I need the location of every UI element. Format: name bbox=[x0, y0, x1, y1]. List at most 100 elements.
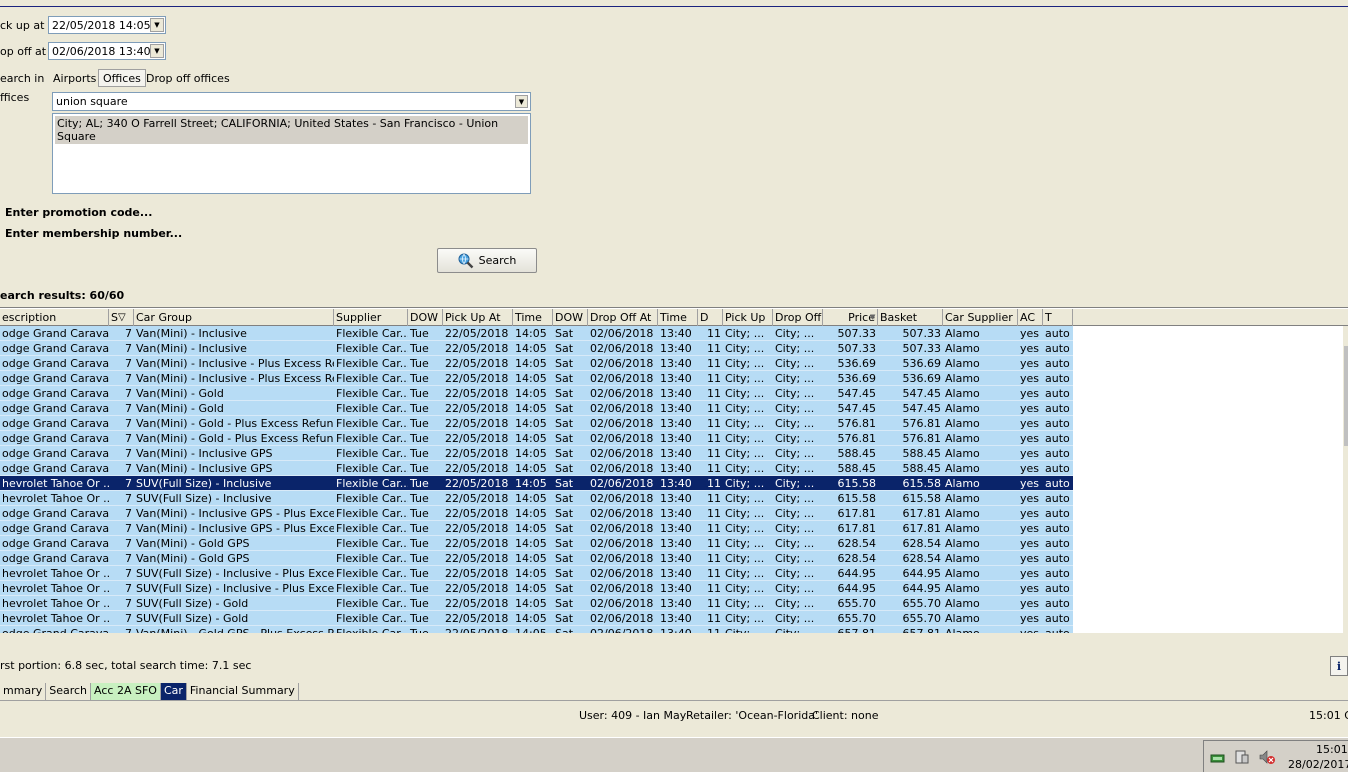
results-grid[interactable]: escription S Car Group Supplier DOW Pick Up A… bbox=[0, 307, 1348, 633]
column-header-pickup-location[interactable]: Pick Up bbox=[723, 309, 773, 326]
cell-dropoff-dow: Sat bbox=[553, 491, 588, 506]
table-row[interactable]: hevrolet Tahoe Or ... 7 SUV(Full Size) - G… bbox=[0, 611, 1343, 626]
network-icon[interactable] bbox=[1210, 751, 1226, 765]
table-row[interactable]: odge Grand Carava...7Van(Mini) - Gold GP… bbox=[0, 536, 1343, 551]
cell-pickup-location: City; ... bbox=[723, 341, 773, 356]
table-row[interactable]: hevrolet Tahoe Or ... 7 SUV(Full Size) - G… bbox=[0, 596, 1343, 611]
table-row[interactable]: odge Grand Carava... 7 Van(Mini) - Inclusi… bbox=[0, 371, 1343, 386]
column-header-pickup-time[interactable]: Time bbox=[513, 309, 553, 326]
cell-dropoff-location: City; ... bbox=[773, 326, 823, 341]
cell-days: 11 bbox=[698, 491, 723, 506]
column-header-dropoff-time[interactable]: Time bbox=[658, 309, 698, 326]
cell-dropoff-time: 13:40 bbox=[658, 596, 698, 611]
cell-pickup-time: 14:05 bbox=[513, 386, 553, 401]
column-header-dropoff-location[interactable]: Drop Off bbox=[773, 309, 823, 326]
office-search-combo[interactable]: union square ▼ bbox=[52, 92, 531, 111]
tab-financial-summary[interactable]: Financial Summary bbox=[187, 683, 299, 700]
cell-pickup-dow: Tue bbox=[408, 521, 443, 536]
cell-dropoff-dow: Sat bbox=[553, 596, 588, 611]
table-row[interactable]: odge Grand Carava... 7 Van(Mini) - Gold - … bbox=[0, 431, 1343, 446]
promotion-code-link[interactable]: Enter promotion code... bbox=[5, 206, 152, 219]
membership-number-link[interactable]: Enter membership number... bbox=[5, 227, 182, 240]
toggle-airports[interactable]: Airports bbox=[49, 70, 100, 88]
tab-search[interactable]: Search bbox=[46, 683, 92, 700]
cell-description: odge Grand Carava... bbox=[0, 401, 109, 416]
cell-pickup-time: 14:05 bbox=[513, 581, 553, 596]
office-results-list[interactable]: City; AL; 340 O Farrell Street; CALIFORN… bbox=[52, 113, 531, 194]
chevron-down-icon[interactable]: ▼ bbox=[515, 95, 528, 108]
cell-transmission: auto bbox=[1043, 446, 1073, 461]
cell-seats: 7 bbox=[109, 386, 134, 401]
table-row[interactable]: odge Grand Carava... 7 Van(Mini) - Inclusi… bbox=[0, 446, 1343, 461]
chevron-down-icon[interactable]: ▼ bbox=[150, 44, 164, 58]
cell-description: odge Grand Carava... bbox=[0, 386, 109, 401]
table-row[interactable]: hevrolet Tahoe Or ... 7 SUV(Full Size) - I… bbox=[0, 566, 1343, 581]
table-row[interactable]: odge Grand Carava... 7 Van(Mini) - Inclusi… bbox=[0, 461, 1343, 476]
table-row[interactable]: odge Grand Carava...7Van(Mini) - Gold GP… bbox=[0, 551, 1343, 566]
tab-car[interactable]: Car bbox=[160, 683, 187, 700]
table-row[interactable]: odge Grand Carava... 7 Van(Mini) - Gold Fle… bbox=[0, 386, 1343, 401]
column-header-pickup-dow[interactable]: DOW bbox=[408, 309, 443, 326]
cell-dropoff-time: 13:40 bbox=[658, 491, 698, 506]
table-row[interactable]: odge Grand Carava... 7 Van(Mini) - Gold Fle… bbox=[0, 401, 1343, 416]
vertical-scrollbar[interactable] bbox=[1343, 326, 1348, 633]
cell-car-group: Van(Mini) - Gold bbox=[134, 386, 334, 401]
dropoff-date-field[interactable]: 02/06/2018 13:40 ▼ bbox=[48, 42, 166, 60]
sort-descending-icon[interactable]: ▼ bbox=[870, 313, 875, 321]
office-result-item[interactable]: City; AL; 340 O Farrell Street; CALIFORN… bbox=[55, 116, 528, 144]
column-header-ac[interactable]: AC bbox=[1018, 309, 1043, 326]
table-row[interactable]: hevrolet Tahoe Or ... 7 SUV(Full Size) - I… bbox=[0, 476, 1343, 491]
cell-car-group: Van(Mini) - Gold - Plus Excess Refund bbox=[134, 416, 334, 431]
cell-dropoff-location: City; ... bbox=[773, 566, 823, 581]
cell-pickup-time: 14:05 bbox=[513, 341, 553, 356]
bottom-tab-bar: mmary Search Acc 2A SFO Car Financial Su… bbox=[0, 683, 299, 700]
table-row[interactable]: hevrolet Tahoe Or ... 7 SUV(Full Size) - I… bbox=[0, 581, 1343, 596]
column-header-dropoff-date[interactable]: Drop Off At bbox=[588, 309, 658, 326]
cell-dropoff-dow: Sat bbox=[553, 461, 588, 476]
cell-car-group: Van(Mini) - Gold - Plus Excess Refund bbox=[134, 431, 334, 446]
cell-dropoff-time: 13:40 bbox=[658, 416, 698, 431]
table-row[interactable]: odge Grand Carava...7Van(Mini) - Gold GP… bbox=[0, 626, 1343, 633]
table-row[interactable]: odge Grand Carava... 7 Van(Mini) - Inclusi… bbox=[0, 341, 1343, 356]
cell-dropoff-location: City; ... bbox=[773, 431, 823, 446]
toggle-offices[interactable]: Offices bbox=[98, 69, 146, 87]
cell-ac: yes bbox=[1018, 491, 1043, 506]
cell-transmission: auto bbox=[1043, 491, 1073, 506]
toggle-drop-off-offices[interactable]: Drop off offices bbox=[142, 70, 234, 88]
cell-days: 11 bbox=[698, 476, 723, 491]
column-header-transmission[interactable]: T bbox=[1043, 309, 1073, 326]
column-header-car-supplier[interactable]: Car Supplier bbox=[943, 309, 1018, 326]
info-button[interactable]: i bbox=[1330, 656, 1348, 676]
tab-summary[interactable]: mmary bbox=[0, 683, 47, 700]
filter-icon[interactable]: ▽ bbox=[118, 312, 126, 323]
table-row[interactable]: odge Grand Carava... 7 Van(Mini) - Inclusi… bbox=[0, 506, 1343, 521]
column-header-pickup-date[interactable]: Pick Up At bbox=[443, 309, 513, 326]
cell-seats: 7 bbox=[109, 566, 134, 581]
cell-transmission: auto bbox=[1043, 401, 1073, 416]
column-header-car-group[interactable]: Car Group bbox=[134, 309, 334, 326]
cell-dropoff-dow: Sat bbox=[553, 326, 588, 341]
cell-car-supplier: Alamo bbox=[943, 446, 1018, 461]
chevron-down-icon[interactable]: ▼ bbox=[150, 18, 164, 32]
volume-muted-icon[interactable] bbox=[1258, 749, 1276, 765]
cell-car-supplier: Alamo bbox=[943, 626, 1018, 633]
cell-days: 11 bbox=[698, 356, 723, 371]
column-header-days[interactable]: D bbox=[698, 309, 723, 326]
pickup-date-field[interactable]: 22/05/2018 14:05 ▼ bbox=[48, 16, 166, 34]
search-globe-icon bbox=[458, 253, 473, 268]
table-row[interactable]: odge Grand Carava... 7 Van(Mini) - Inclusi… bbox=[0, 521, 1343, 536]
table-row[interactable]: hevrolet Tahoe Or ... 7 SUV(Full Size) - I… bbox=[0, 491, 1343, 506]
column-header-dropoff-dow[interactable]: DOW bbox=[553, 309, 588, 326]
device-icon[interactable] bbox=[1234, 749, 1250, 765]
table-row[interactable]: odge Grand Carava... 7 Van(Mini) - Gold - … bbox=[0, 416, 1343, 431]
column-header-basket[interactable]: Basket bbox=[878, 309, 943, 326]
scrollbar-thumb[interactable] bbox=[1344, 346, 1348, 446]
cell-dropoff-dow: Sat bbox=[553, 551, 588, 566]
tab-acc-2a-sfo[interactable]: Acc 2A SFO bbox=[91, 683, 161, 700]
cell-car-group: Van(Mini) - Gold GPS bbox=[134, 536, 334, 551]
column-header-description[interactable]: escription bbox=[0, 309, 109, 326]
column-header-supplier[interactable]: Supplier bbox=[334, 309, 408, 326]
search-button[interactable]: Search bbox=[437, 248, 537, 273]
table-row[interactable]: odge Grand Carava... 7 Van(Mini) - Inclusi… bbox=[0, 326, 1343, 341]
table-row[interactable]: odge Grand Carava... 7 Van(Mini) - Inclusi… bbox=[0, 356, 1343, 371]
